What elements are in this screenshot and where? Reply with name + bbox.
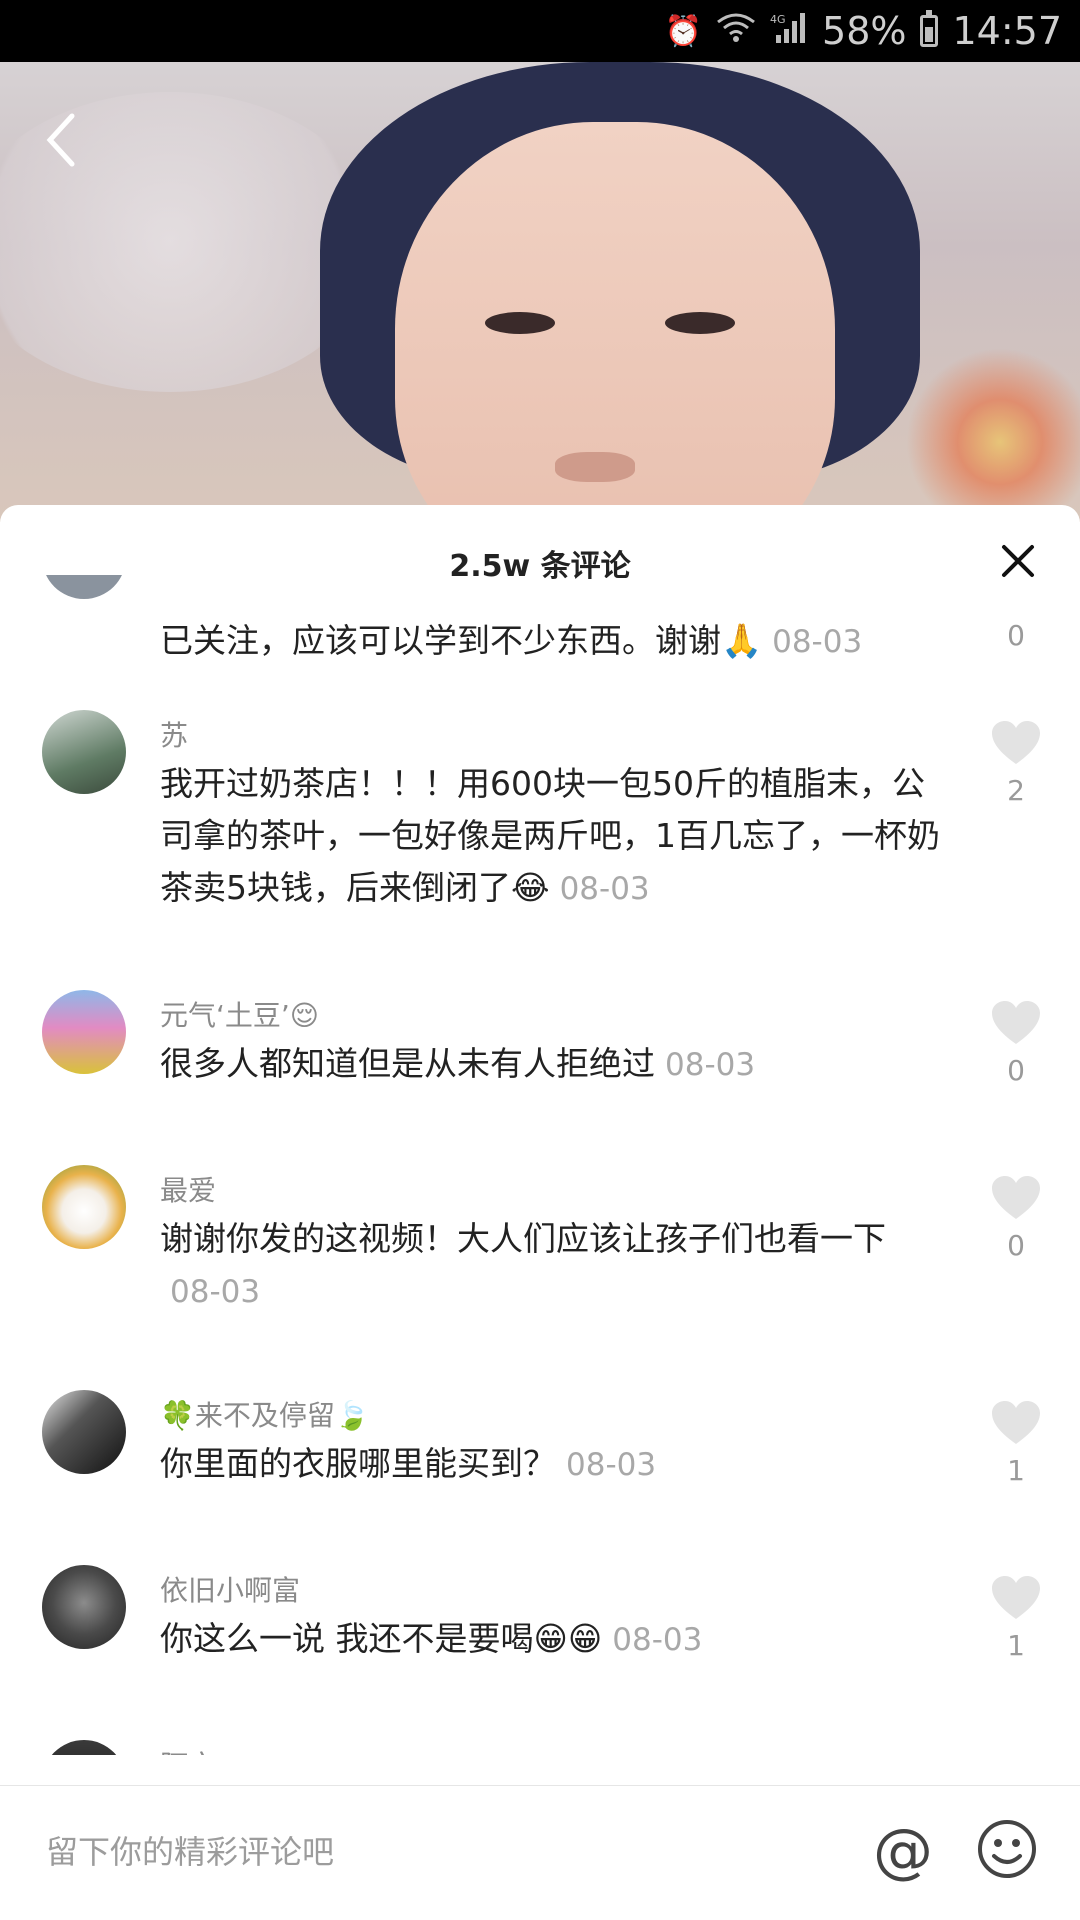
heart-icon	[992, 721, 1040, 764]
comment-date: 08-03	[665, 1047, 756, 1083]
comment-item: 阿文	[0, 1740, 1080, 1755]
like-button[interactable]: 2	[990, 720, 1042, 807]
comment-text: 你里面的衣服哪里能买到？ 08-03	[160, 1444, 657, 1483]
like-button[interactable]: 0	[990, 1000, 1042, 1087]
like-count: 0	[1007, 619, 1025, 652]
avatar[interactable]	[42, 1565, 126, 1649]
smiley-icon	[978, 1820, 1036, 1878]
heart-icon	[992, 1176, 1040, 1219]
heart-icon	[992, 1576, 1040, 1619]
avatar[interactable]	[42, 990, 126, 1074]
avatar[interactable]	[42, 1740, 126, 1755]
comment-text: 谢谢你发的这视频！大人们应该让孩子们也看一下08-03	[160, 1219, 886, 1310]
comment-item: 依旧小啊富 你这么一说 我还不是要喝😁😁 08-03 1	[0, 1565, 1080, 1715]
comment-date: 08-03	[772, 624, 863, 660]
like-button[interactable]: 0	[990, 1175, 1042, 1262]
comments-panel: 2.5w 条评论 已关注，应该可以学到不少东西。谢谢🙏 08-03 0 苏 我开过…	[0, 505, 1080, 1920]
avatar[interactable]	[42, 575, 126, 599]
back-arrow-icon	[46, 113, 75, 167]
comment-item: 最爱 谢谢你发的这视频！大人们应该让孩子们也看一下08-03 0	[0, 1165, 1080, 1365]
heart-icon	[992, 1001, 1040, 1044]
heart-icon	[992, 1401, 1040, 1444]
comment-username[interactable]: 依旧小啊富	[160, 1569, 300, 1609]
comment-text: 很多人都知道但是从未有人拒绝过 08-03	[160, 1044, 756, 1083]
battery-icon	[920, 10, 939, 47]
comment-username[interactable]: 元气‘土豆’😌	[160, 994, 319, 1034]
clock: 14:57	[952, 9, 1062, 53]
like-count: 1	[1007, 1454, 1025, 1487]
avatar[interactable]	[42, 1165, 126, 1249]
like-count: 2	[1007, 774, 1025, 807]
comment-item: 已关注，应该可以学到不少东西。谢谢🙏 08-03 0	[0, 575, 1080, 665]
avatar[interactable]	[42, 1390, 126, 1474]
back-button[interactable]	[40, 110, 80, 170]
wifi-icon	[716, 12, 756, 50]
comment-date: 08-03	[559, 871, 650, 907]
status-bar: ⏰ 4G 58% 14:57	[0, 0, 1080, 62]
comment-item: 元气‘土豆’😌 很多人都知道但是从未有人拒绝过 08-03 0	[0, 990, 1080, 1140]
comment-username[interactable]: 🍀来不及停留🍃	[160, 1394, 370, 1434]
comment-date: 08-03	[612, 1622, 703, 1658]
comment-item: 苏 我开过奶茶店！！！用600块一包50斤的植脂末，公司拿的茶叶，一包好像是两斤…	[0, 710, 1080, 960]
comment-date: 08-03	[170, 1274, 261, 1310]
emoji-button[interactable]	[976, 1818, 1038, 1880]
like-count: 0	[1007, 1054, 1025, 1087]
comment-username[interactable]: 最爱	[160, 1169, 216, 1209]
like-button[interactable]: 0	[990, 615, 1042, 652]
comment-date: 08-03	[566, 1447, 657, 1483]
like-count: 1	[1007, 1629, 1025, 1662]
like-count: 0	[1007, 1229, 1025, 1262]
alarm-icon: ⏰	[664, 13, 703, 49]
comment-input[interactable]	[44, 1816, 808, 1888]
comment-item: 🍀来不及停留🍃 你里面的衣服哪里能买到？ 08-03 1	[0, 1390, 1080, 1540]
like-button[interactable]: 1	[990, 1575, 1042, 1662]
battery-percent: 58%	[822, 9, 907, 53]
video-preview[interactable]	[0, 62, 1080, 522]
comment-text: 我开过奶茶店！！！用600块一包50斤的植脂末，公司拿的茶叶，一包好像是两斤吧，…	[160, 764, 940, 907]
signal-icon: 4G	[770, 11, 808, 51]
mention-button[interactable]: @	[870, 1818, 936, 1884]
avatar[interactable]	[42, 710, 126, 794]
comment-text: 你这么一说 我还不是要喝😁😁 08-03	[160, 1619, 703, 1658]
comment-username[interactable]: 阿文	[160, 1744, 216, 1755]
like-button[interactable]: 1	[990, 1400, 1042, 1487]
comment-username[interactable]: 苏	[160, 714, 188, 754]
comment-list[interactable]: 已关注，应该可以学到不少东西。谢谢🙏 08-03 0 苏 我开过奶茶店！！！用60…	[0, 575, 1080, 1755]
network-type-label: 4G	[770, 13, 786, 26]
comment-input-bar: @	[0, 1785, 1080, 1920]
comment-text: 已关注，应该可以学到不少东西。谢谢🙏 08-03	[160, 621, 863, 660]
